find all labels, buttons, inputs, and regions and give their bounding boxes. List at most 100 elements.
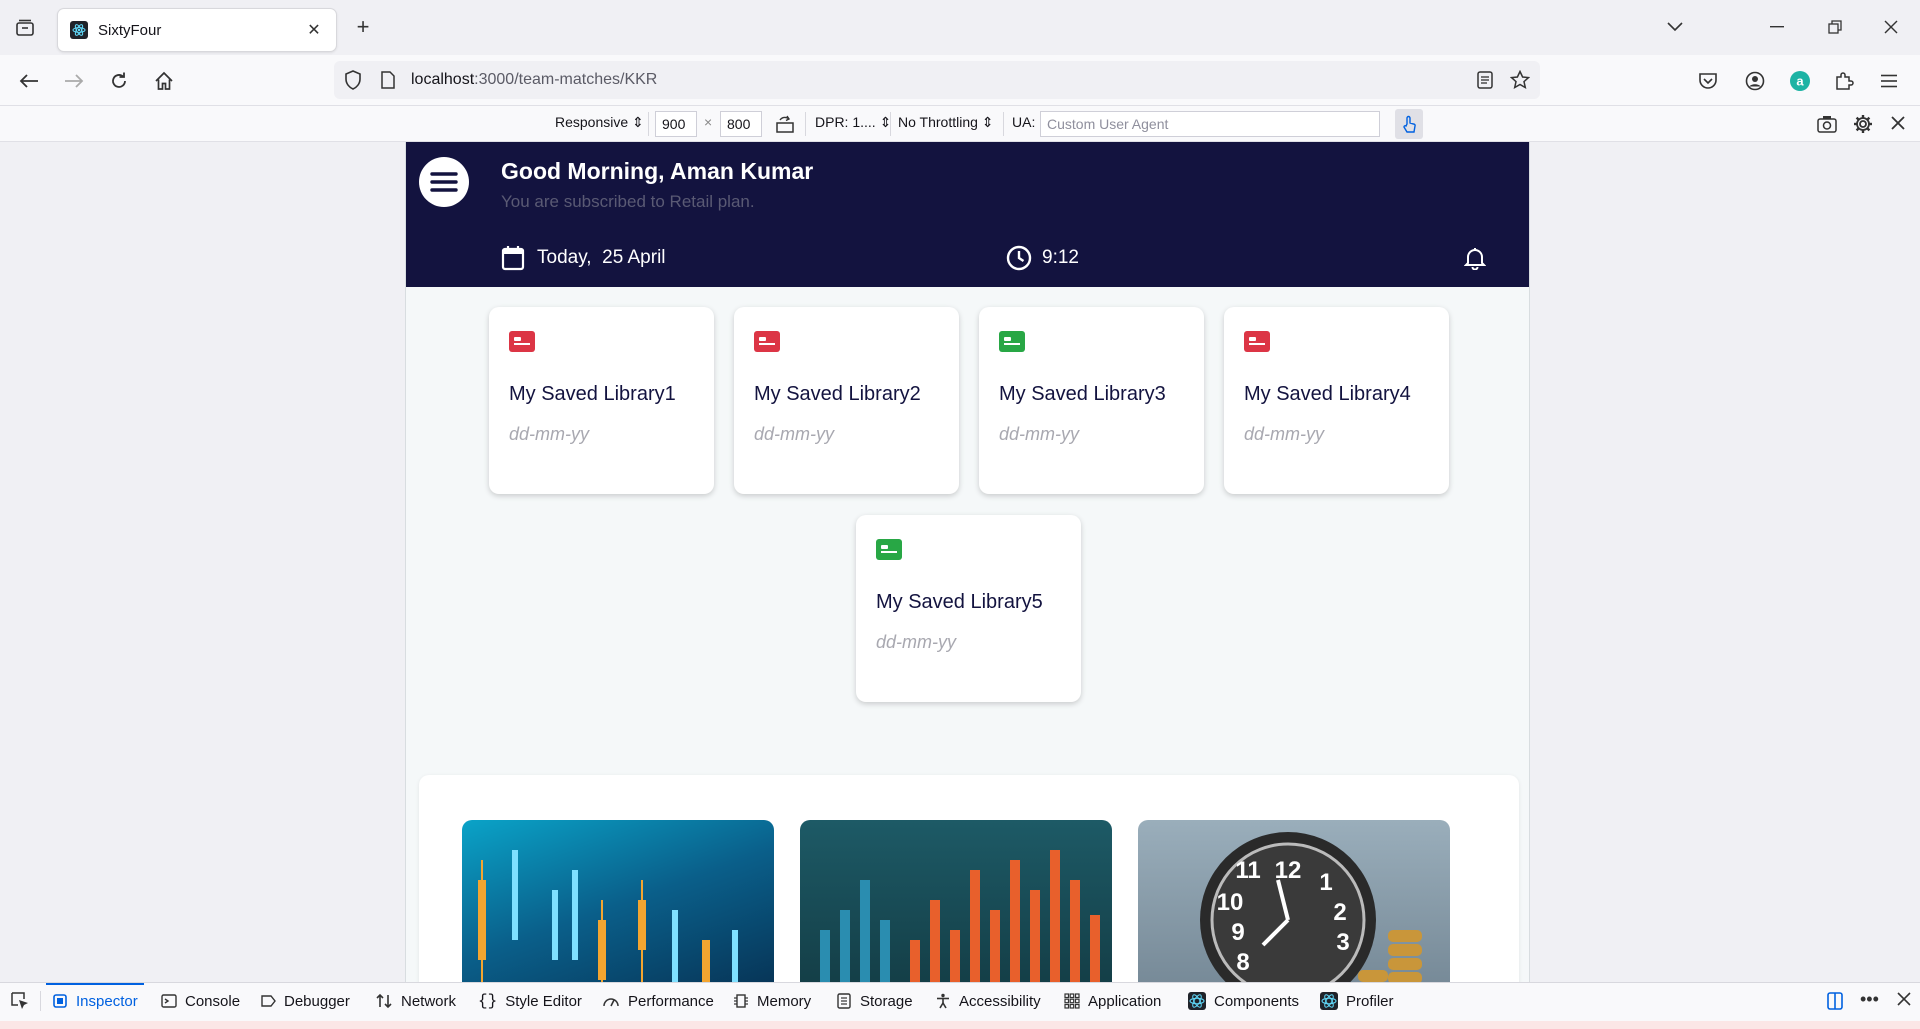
dock-side-icon[interactable] [1826,991,1844,1015]
close-tab-icon[interactable]: ✕ [304,20,324,40]
date-prefix: Today, [537,247,592,268]
divider [890,112,891,136]
new-tab-icon[interactable]: + [350,14,376,40]
close-window-icon[interactable] [1874,12,1908,42]
page-icon [380,71,396,94]
throttling-selector[interactable]: No Throttling ⇕ [898,114,994,131]
web-page: Good Morning, Aman Kumar You are subscri… [405,142,1530,982]
list-all-tabs-icon[interactable] [1658,12,1692,42]
home-icon[interactable] [149,66,179,96]
svg-text:a: a [1796,74,1804,89]
card-icon [509,331,535,352]
tab-components[interactable]: Components [1188,983,1299,1019]
hamburger-menu-button[interactable] [419,157,469,207]
tab-console[interactable]: Console [161,983,240,1019]
greeting-title: Good Morning, Aman Kumar [501,158,814,184]
tab-label: Network [401,992,457,1010]
url-host: localhost [411,71,475,88]
tab-label: Inspector [76,992,138,1010]
tab-storage[interactable]: Storage [836,983,913,1019]
library-name: My Saved Library2 [754,383,921,405]
tab-memory[interactable]: Memory [733,983,811,1019]
bar-graph-image[interactable] [800,820,1112,982]
tab-list-icon[interactable] [12,15,38,41]
notification-bell-icon[interactable] [1463,246,1487,275]
settings-gear-icon[interactable] [1853,114,1873,137]
card-icon [1244,331,1270,352]
date-display: Today, 25 April [501,245,666,271]
close-devtools-icon[interactable] [1897,992,1911,1010]
network-icon [376,993,392,1009]
user-agent-input[interactable]: Custom User Agent [1040,111,1380,137]
library-card-4[interactable]: My Saved Library4 dd-mm-yy [1224,307,1449,494]
react-profiler-icon [1320,992,1338,1010]
viewport-width-input[interactable]: 900 [655,111,697,137]
url-text: localhost:3000/team-matches/KKR [411,71,657,89]
tab-inspector[interactable]: Inspector [46,983,144,1019]
tracking-shield-icon[interactable] [344,70,362,95]
library-date: dd-mm-yy [1244,424,1324,444]
tab-title: SixtyFour [98,21,162,39]
extension-a-icon[interactable]: a [1785,66,1815,96]
library-name: My Saved Library5 [876,591,1043,613]
clock-icon [1006,245,1032,271]
tab-strip: SixtyFour ✕ + [0,0,1920,55]
tab-label: Accessibility [959,992,1041,1010]
dpr-label: DPR: 1.... [815,114,876,130]
library-card-3[interactable]: My Saved Library3 dd-mm-yy [979,307,1204,494]
tab-application[interactable]: Application [1064,983,1161,1019]
tab-label: Storage [860,992,913,1010]
library-date: dd-mm-yy [509,424,589,444]
app-menu-icon[interactable] [1874,66,1904,96]
devtools-panel-edge [0,1021,1920,1029]
library-card-1[interactable]: My Saved Library1 dd-mm-yy [489,307,714,494]
tab-style-editor[interactable]: {} Style Editor [478,983,582,1019]
header-banner: Good Morning, Aman Kumar You are subscri… [406,142,1529,287]
debugger-icon [261,995,276,1007]
react-favicon-icon [70,21,88,39]
touch-simulation-icon[interactable] [1395,109,1423,139]
storage-icon [837,993,851,1009]
pocket-icon[interactable] [1693,66,1723,96]
more-options-icon[interactable]: ••• [1860,989,1879,1010]
library-name: My Saved Library1 [509,383,676,405]
restore-icon[interactable] [1818,12,1852,42]
tab-label: Application [1088,992,1162,1010]
library-card-5[interactable]: My Saved Library5 dd-mm-yy [856,515,1081,702]
bookmark-star-icon[interactable] [1509,69,1531,95]
tab-debugger[interactable]: Debugger [260,983,350,1019]
device-label: Responsive [555,114,629,130]
viewport-height-input[interactable]: 800 [720,111,762,137]
reader-view-icon[interactable] [1476,70,1494,95]
element-picker-icon[interactable] [10,991,30,1015]
tab-label: Debugger [284,992,350,1010]
device-selector[interactable]: Responsive ⇕ [555,114,644,131]
minimize-icon[interactable] [1760,12,1794,42]
back-arrow-icon[interactable] [14,66,44,96]
browser-tab[interactable]: SixtyFour ✕ [58,9,336,51]
library-date: dd-mm-yy [754,424,834,444]
calendar-icon [501,246,525,271]
tab-performance[interactable]: Performance [602,983,714,1019]
forward-arrow-icon[interactable] [59,66,89,96]
divider [648,112,649,136]
tab-network[interactable]: Network [375,983,456,1019]
reload-icon[interactable] [104,66,134,96]
library-card-2[interactable]: My Saved Library2 dd-mm-yy [734,307,959,494]
screenshot-icon[interactable] [1816,114,1838,137]
article-panel: 12 1 2 3 11 10 9 8 [419,775,1519,982]
tab-label: Components [1214,992,1300,1010]
console-icon [161,994,177,1008]
tab-profiler[interactable]: Profiler [1320,983,1394,1019]
clock-coins-image[interactable]: 12 1 2 3 11 10 9 8 [1138,820,1450,982]
dpr-selector[interactable]: DPR: 1.... ⇕ [815,114,891,131]
extensions-puzzle-icon[interactable] [1829,66,1859,96]
address-bar[interactable]: localhost:3000/team-matches/KKR [334,61,1540,99]
rotate-viewport-icon[interactable] [775,114,795,137]
close-rdm-icon[interactable] [1890,115,1906,134]
account-icon[interactable] [1740,66,1770,96]
tab-accessibility[interactable]: Accessibility [935,983,1041,1019]
trading-chart-image[interactable] [462,820,774,982]
subscription-text: You are subscribed to Retail plan. [501,192,755,211]
svg-text:10: 10 [1217,889,1244,916]
